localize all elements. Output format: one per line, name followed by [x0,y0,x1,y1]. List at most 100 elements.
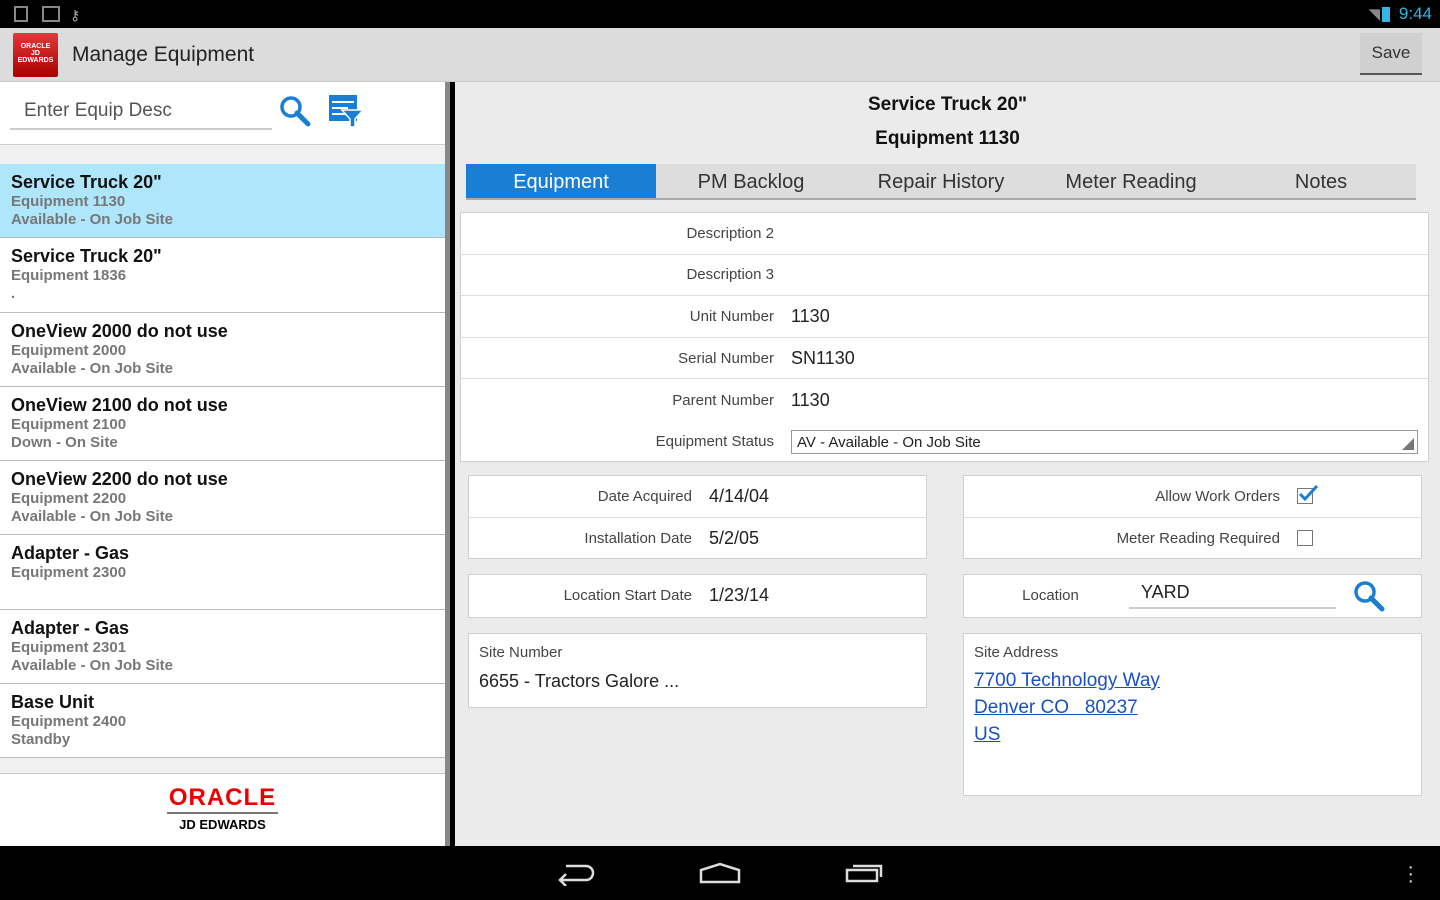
item-name: Service Truck 20" [11,246,162,267]
item-number: Equipment 2000 [11,341,127,359]
list-item[interactable]: OneView 2100 do not use Equipment 2100 Dow… [0,386,445,462]
field-label: Site Number [479,644,563,661]
overflow-menu-icon[interactable]: · · · [1407,857,1414,891]
field-label: Allow Work Orders [1155,487,1280,505]
field-row: Description 2 [461,213,1428,255]
field-row: Unit Number 1130 [461,296,1428,338]
field-label: Parent Number [672,391,774,409]
address-line-link[interactable]: 7700 Technology Way [974,667,1411,694]
dates-panel: Date Acquired 4/14/04 Installation Date 5/… [468,475,927,559]
list-item[interactable]: Base Unit Equipment 2400 Standby [0,684,445,759]
field-label: Description 2 [686,224,774,242]
equipment-list-pane: Enter Equip Desc Service Truck 20" Equipm… [0,82,450,846]
equipment-status-select[interactable]: AV - Available - On Job Site [791,429,1418,454]
tab-meter-reading[interactable]: Meter Reading [1036,164,1226,198]
site-number-panel: Site Number 6655 - Tractors Galore ... [468,633,927,708]
item-number: Equipment 2200 [11,490,127,508]
filter-icon[interactable] [328,94,364,128]
field-label: Description 3 [686,266,774,284]
list-item[interactable]: Adapter - Gas Equipment 2300 [0,535,445,610]
installation-date-value[interactable]: 5/2/05 [709,528,759,549]
field-label: Location Start Date [563,587,692,605]
tab-equipment[interactable]: Equipment [466,164,656,198]
item-name: OneView 2200 do not use [11,469,228,490]
list-item[interactable]: Service Truck 20" Equipment 1836. [0,238,445,313]
item-name: OneView 2100 do not use [11,394,228,415]
recent-apps-icon[interactable] [845,862,885,884]
item-status: Standby [11,731,71,749]
field-row: Serial Number SN1130 [461,338,1428,380]
list-item[interactable]: OneView 2200 do not use Equipment 2200 Ava… [0,461,445,536]
item-name: Adapter - Gas [11,543,130,564]
status-bar: ⚷ ◥ 9:44 [0,0,1440,28]
equipment-fields: Description 2 Description 3 Unit Number 113… [460,212,1429,462]
detail-pane: Service Truck 20" Equipment 1130 Equipme… [455,82,1440,846]
app-title: Manage Equipment [72,43,255,66]
item-name: Service Truck 20" [11,172,162,192]
search-input[interactable]: Enter Equip Desc [10,96,272,130]
list-item[interactable]: Service Truck 20" Equipment 1130 Available… [0,164,445,239]
wifi-icon: ◥ [1368,6,1380,23]
item-status: Available - On Job Site [11,359,173,377]
back-icon[interactable] [556,860,596,886]
jde-logo: JD EDWARDS [179,817,266,832]
battery-icon [1382,7,1390,22]
location-panel: Location YARD [963,574,1422,618]
equipment-list[interactable]: Service Truck 20" Equipment 1130 Available… [0,144,445,773]
item-status: Available - On Job Site [11,656,173,674]
detail-header: Service Truck 20" Equipment 1130 [455,88,1440,156]
key-icon: ⚷ [70,7,81,23]
field-label: Serial Number [678,349,774,367]
list-item[interactable]: Adapter - Gas Equipment 2301 Available - O… [0,609,445,685]
search-icon[interactable] [278,94,312,128]
item-status: Available - On Job Site [11,211,173,228]
image-icon [42,6,60,22]
field-label: Date Acquired [597,487,692,505]
field-value: SN1130 [791,347,855,368]
field-row: Description 3 [461,255,1428,297]
field-value: 1130 [791,305,830,326]
item-number: Equipment 1130 [11,193,126,210]
field-label: Installation Date [584,529,692,547]
save-button[interactable]: Save [1360,33,1422,75]
item-number: Equipment 1836 [11,267,127,285]
location-input[interactable]: YARD [1129,582,1336,610]
list-item[interactable]: OneView 2000 do not use Equipment 2000 Ava… [0,312,445,387]
allow-work-orders-checkbox[interactable] [1297,485,1319,505]
tab-bar: Equipment PM Backlog Repair History Mete… [466,164,1416,200]
item-number: Equipment 2300 [11,564,127,582]
footer-logo: ORACLE JD EDWARDS [0,773,445,846]
location-search-icon[interactable] [1352,579,1386,613]
flags-panel: Allow Work Orders Meter Reading Required [963,475,1422,559]
item-status: Available - On Job Site [11,508,173,526]
date-acquired-value[interactable]: 4/14/04 [709,486,769,507]
oracle-logo: ORACLE [166,784,279,814]
clock: 9:44 [1398,4,1432,23]
location-start-date-value[interactable]: 1/23/14 [709,585,769,606]
location-start-panel: Location Start Date 1/23/14 [468,574,927,618]
field-label: Site Address [974,644,1059,661]
address-city-link[interactable]: Denver CO 80237 [974,694,1411,721]
meter-reading-required-checkbox[interactable] [1297,530,1313,547]
item-name: OneView 2000 do not use [11,320,228,341]
field-row: Parent Number 1130 [461,379,1428,421]
home-icon[interactable] [698,862,742,884]
item-name: Base Unit [11,692,95,713]
system-nav-bar: · · · [0,846,1440,900]
tab-pm-backlog[interactable]: PM Backlog [656,164,846,198]
item-number: Equipment 2400 [11,713,127,731]
field-label: Location [1022,587,1079,605]
tab-repair-history[interactable]: Repair History [846,164,1036,198]
item-number: Equipment 2100 [11,415,127,433]
equipment-status-row: Equipment Status AV - Available - On Job… [461,421,1428,463]
download-icon [14,6,28,22]
field-label: Equipment Status [655,433,774,451]
site-address-panel: Site Address 7700 Technology Way Denver … [963,633,1422,796]
item-number: Equipment 2301 [11,638,127,656]
checkmark-icon [1298,485,1319,502]
detail-title: Service Truck 20" [867,94,1027,115]
app-logo: ORACLE JD EDWARDS [13,33,58,77]
item-name: Adapter - Gas [11,617,130,638]
address-country-link[interactable]: US [974,721,1411,748]
tab-notes[interactable]: Notes [1226,164,1416,198]
